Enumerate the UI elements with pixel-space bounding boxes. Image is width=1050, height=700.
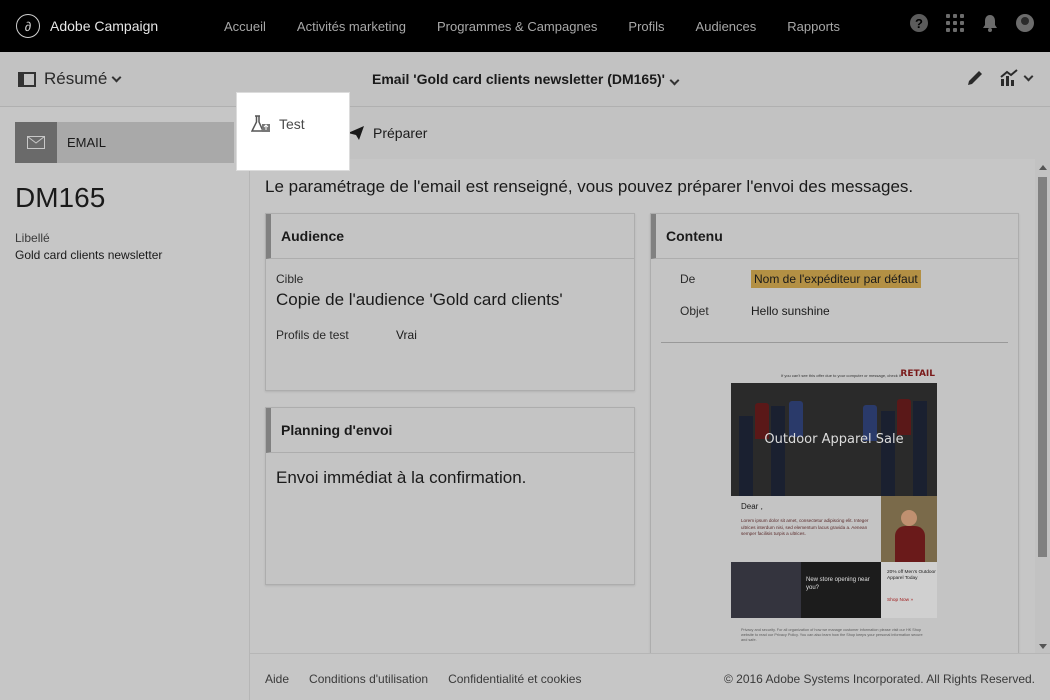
report-chart-icon[interactable] — [999, 68, 1019, 88]
user-avatar[interactable] — [1016, 14, 1034, 32]
status-message: Le paramétrage de l'email est renseigné,… — [265, 177, 914, 196]
planning-card[interactable]: Planning d'envoi Envoi immédiat à la con… — [265, 407, 635, 585]
vertical-scrollbar[interactable] — [1035, 159, 1050, 653]
app-name: Adobe Campaign — [50, 18, 159, 34]
preview-person-image — [881, 496, 937, 562]
envelope-icon — [15, 122, 57, 163]
scroll-down-arrow-icon[interactable] — [1039, 644, 1047, 649]
preview-body-text: Lorem ipsum dolor sit amet, consectetur … — [741, 518, 869, 536]
target-value: Copie de l'audience 'Gold card clients' — [276, 290, 563, 309]
top-navigation-bar: ∂ Adobe Campaign Accueil Activités marke… — [0, 0, 1050, 52]
email-preview-thumbnail[interactable]: If you can't see this offer due to your … — [731, 366, 937, 653]
scroll-up-arrow-icon[interactable] — [1039, 165, 1047, 170]
subject-caption: Objet — [680, 304, 709, 318]
nav-item-profils[interactable]: Profils — [628, 19, 664, 34]
main-nav: Accueil Activités marketing Programmes &… — [224, 0, 871, 52]
retail-logo: RETAIL — [900, 369, 935, 379]
preview-shop-now: Shop Now » — [887, 598, 914, 603]
planning-value: Envoi immédiat à la confirmation. — [276, 468, 527, 487]
from-caption: De — [680, 272, 696, 286]
nav-item-rapports[interactable]: Rapports — [787, 19, 840, 34]
nav-item-activites-marketing[interactable]: Activités marketing — [297, 19, 406, 34]
audience-card[interactable]: Audience Cible Copie de l'audience 'Gold… — [265, 213, 635, 391]
bell-icon[interactable] — [982, 14, 998, 32]
preview-footer-text: Privacy and security. For all organizati… — [741, 628, 923, 642]
preview-greeting: Dear , — [741, 502, 763, 511]
summary-panel: EMAIL DM165 Libellé Gold card clients ne… — [0, 107, 250, 700]
delivery-code: DM165 — [15, 182, 106, 213]
prepare-button[interactable]: Préparer — [348, 125, 427, 141]
test-profiles-caption: Profils de test — [276, 328, 349, 342]
preview-top-line: If you can't see this offer due to your … — [781, 373, 901, 378]
divider — [661, 342, 1008, 343]
footer-link-confidentialite[interactable]: Confidentialité et cookies — [448, 672, 581, 686]
preview-hero-image: Outdoor Apparel Sale — [731, 383, 937, 496]
nav-item-accueil[interactable]: Accueil — [224, 19, 266, 34]
sender-name-badge: Nom de l'expéditeur par défaut — [751, 270, 921, 288]
content-card-title: Contenu — [651, 214, 1018, 259]
content-card[interactable]: Contenu De Nom de l'expéditeur par défau… — [650, 213, 1019, 653]
page-footer: Aide Conditions d'utilisation Confidenti… — [250, 653, 1050, 700]
label-caption: Libellé — [15, 231, 50, 245]
channel-label: EMAIL — [67, 135, 107, 150]
nav-item-programmes-campagnes[interactable]: Programmes & Campagnes — [437, 19, 597, 34]
adobe-campaign-logo-icon: ∂ — [16, 14, 40, 38]
main-content: Le paramétrage de l'email est renseigné,… — [250, 159, 1035, 653]
nav-item-audiences[interactable]: Audiences — [696, 19, 757, 34]
chevron-down-icon[interactable] — [1023, 71, 1034, 81]
brand[interactable]: ∂ Adobe Campaign — [16, 14, 158, 38]
help-icon[interactable]: ? — [910, 14, 928, 32]
audience-card-title: Audience — [266, 214, 634, 259]
test-button[interactable]: Test — [237, 93, 349, 170]
flask-icon — [251, 115, 270, 132]
scrollbar-thumb[interactable] — [1038, 177, 1047, 557]
target-caption: Cible — [276, 272, 304, 286]
footer-link-aide[interactable]: Aide — [265, 672, 289, 686]
label-value: Gold card clients newsletter — [15, 248, 163, 262]
test-button-label: Test — [279, 116, 305, 132]
planning-card-title: Planning d'envoi — [266, 408, 634, 453]
object-header: Résumé Email 'Gold card clients newslett… — [0, 52, 1050, 107]
footer-link-conditions[interactable]: Conditions d'utilisation — [309, 672, 428, 686]
top-icons: ? — [892, 14, 1034, 32]
subject-value: Hello sunshine — [751, 304, 830, 318]
preview-offer-block: 20% off Men's Outdoor Apparel Today Shop… — [881, 562, 937, 618]
page-title-text: Email 'Gold card clients newsletter (DM1… — [372, 71, 665, 87]
preview-store-block: New store opening near you? — [731, 562, 881, 618]
preview-offer-text: 20% off Men's Outdoor Apparel Today — [887, 570, 936, 582]
test-profiles-value: Vrai — [396, 328, 417, 342]
channel-chip: EMAIL — [15, 122, 234, 163]
app-grid-icon[interactable] — [946, 14, 964, 32]
copyright: © 2016 Adobe Systems Incorporated. All R… — [723, 672, 1035, 686]
pencil-icon[interactable] — [965, 68, 985, 88]
prepare-button-label: Préparer — [373, 125, 428, 141]
preview-hero-title: Outdoor Apparel Sale — [764, 432, 904, 447]
paper-plane-icon — [348, 126, 364, 140]
footer-links: Aide Conditions d'utilisation Confidenti… — [265, 672, 601, 686]
header-tools — [951, 68, 1034, 88]
chevron-down-icon — [669, 75, 680, 86]
preview-store-text: New store opening near you? — [806, 577, 870, 591]
page-title[interactable]: Email 'Gold card clients newsletter (DM1… — [0, 71, 1050, 87]
